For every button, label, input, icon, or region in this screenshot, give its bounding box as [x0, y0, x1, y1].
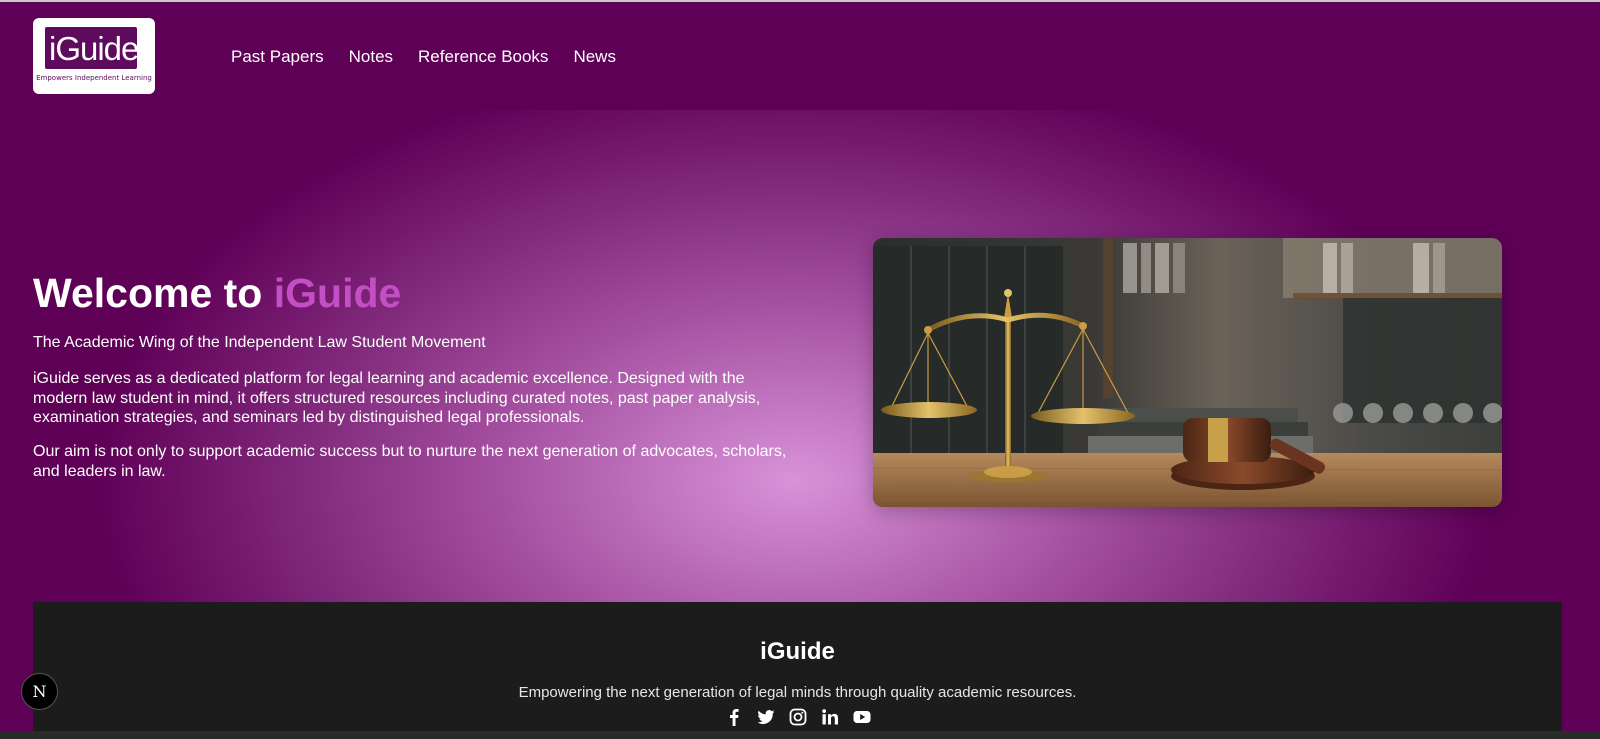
logo[interactable]: iGuide Empowers Independent Learning [33, 18, 155, 94]
facebook-icon[interactable] [725, 708, 743, 726]
site-header: iGuide Empowers Independent Learning Pas… [0, 2, 1600, 110]
logo-mark: iGuide [45, 27, 139, 69]
nav-past-papers[interactable]: Past Papers [231, 46, 324, 68]
nav-reference-books[interactable]: Reference Books [418, 46, 548, 68]
nav-news[interactable]: News [573, 46, 616, 68]
linkedin-icon[interactable] [821, 708, 839, 726]
logo-text: iGuide [49, 30, 139, 67]
dev-tools-badge-letter: N [32, 681, 47, 701]
twitter-icon[interactable] [757, 708, 775, 726]
logo-tagline: Empowers Independent Learning [36, 74, 152, 82]
social-links [33, 708, 1562, 726]
main-nav: Past Papers Notes Reference Books News [231, 46, 616, 68]
site-footer: iGuide Empowering the next generation of… [33, 602, 1562, 739]
youtube-icon[interactable] [853, 708, 871, 726]
justice-scales-illustration [873, 238, 1502, 507]
hero-image-justice-scales [873, 238, 1502, 507]
hero-title-brand: iGuide [273, 270, 402, 316]
footer-tagline: Empowering the next generation of legal … [518, 684, 1077, 701]
hero-title: Welcome to iGuide [33, 270, 401, 316]
dev-tools-badge[interactable]: N [21, 673, 58, 710]
footer-title: iGuide [760, 638, 835, 665]
hero-paragraph-intro: iGuide serves as a dedicated platform fo… [33, 370, 761, 426]
hero-section: Welcome to iGuide The Academic Wing of t… [0, 110, 1600, 602]
bottom-bar [0, 731, 1600, 739]
instagram-icon[interactable] [789, 708, 807, 726]
hero-paragraph-aim: Our aim is not only to support academic … [33, 443, 787, 480]
hero-title-prefix: Welcome to [33, 270, 274, 316]
nav-notes[interactable]: Notes [349, 46, 393, 68]
page: iGuide Empowers Independent Learning Pas… [0, 0, 1600, 739]
hero-subtitle: The Academic Wing of the Independent Law… [33, 334, 486, 351]
